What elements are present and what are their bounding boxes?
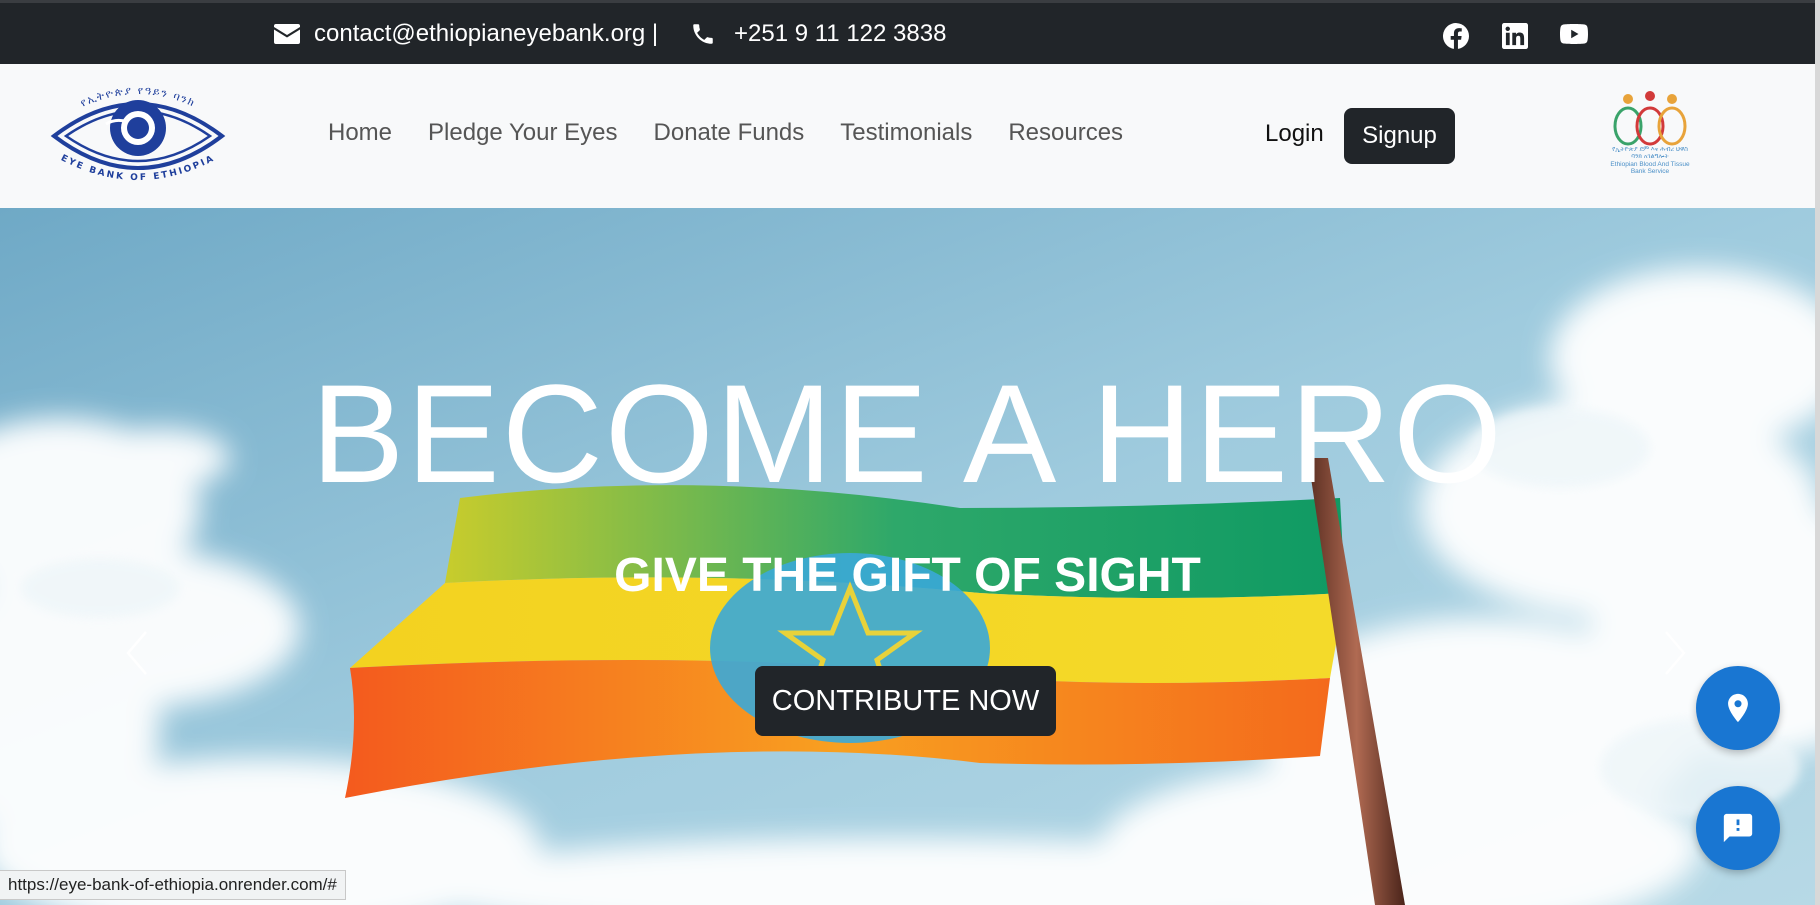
blood-tissue-bank-logo[interactable]: የኢትዮጵያ ደም እና ሕብረ ህዋስ ባንክ አገልግሎት Ethiopia… bbox=[1600, 86, 1700, 186]
phone-icon bbox=[693, 24, 713, 44]
hero-carousel: BECOME A HERO GIVE THE GIFT OF SIGHT CON… bbox=[0, 208, 1815, 905]
login-link[interactable]: Login bbox=[1265, 120, 1324, 148]
hero-subheadline: GIVE THE GIFT OF SIGHT bbox=[614, 549, 1201, 602]
contact-phone-link[interactable]: +251 9 11 122 3838 bbox=[690, 20, 946, 48]
contact-phone: +251 9 11 122 3838 bbox=[734, 20, 947, 47]
contact-bar: contact@ethiopianeyebank.org | +251 9 11… bbox=[0, 0, 1815, 64]
browser-status-url: https://eye-bank-of-ethiopia.onrender.co… bbox=[0, 870, 346, 900]
youtube-icon bbox=[1560, 24, 1588, 44]
feedback-icon bbox=[1723, 813, 1753, 843]
youtube-link[interactable] bbox=[1560, 23, 1590, 49]
contact-email: contact@ethiopianeyebank.org | bbox=[314, 20, 659, 47]
page-scrollbar[interactable] bbox=[1815, 0, 1820, 905]
nav-donate-funds[interactable]: Donate Funds bbox=[654, 119, 805, 147]
facebook-link[interactable] bbox=[1443, 23, 1469, 49]
logo-right-english-2: Bank Service bbox=[1630, 168, 1670, 175]
logo-right-amharic-2: ባንክ አገልግሎት bbox=[1631, 153, 1669, 160]
contact-email-link[interactable]: contact@ethiopianeyebank.org | bbox=[274, 20, 658, 48]
nav-testimonials[interactable]: Testimonials bbox=[840, 119, 972, 147]
people-logo-icon bbox=[1613, 91, 1687, 146]
eye-bank-logo[interactable]: የኢትዮጵያ የዓይን ባንክ EYE BANK OF ETHIOPIA bbox=[46, 78, 230, 196]
envelope-icon bbox=[274, 24, 300, 44]
map-pin-icon bbox=[1728, 693, 1748, 723]
linkedin-icon bbox=[1502, 23, 1528, 49]
carousel-next-button[interactable] bbox=[1660, 628, 1690, 678]
logo-right-amharic-1: የኢትዮጵያ ደም እና ሕብረ ህዋስ bbox=[1612, 146, 1688, 153]
facebook-icon bbox=[1443, 23, 1469, 49]
linkedin-link[interactable] bbox=[1502, 23, 1528, 49]
logo-right-english-1: Ethiopian Blood And Tissue bbox=[1610, 161, 1690, 168]
location-fab[interactable] bbox=[1696, 666, 1780, 750]
chevron-right-icon bbox=[1665, 631, 1686, 675]
carousel-prev-button[interactable] bbox=[122, 628, 152, 678]
nav-home[interactable]: Home bbox=[328, 119, 392, 147]
nav-pledge-your-eyes[interactable]: Pledge Your Eyes bbox=[428, 119, 617, 147]
primary-nav: Home Pledge Your Eyes Donate Funds Testi… bbox=[328, 119, 1159, 147]
contribute-now-button[interactable]: CONTRIBUTE NOW bbox=[755, 666, 1056, 736]
signup-button[interactable]: Signup bbox=[1344, 108, 1455, 164]
browser-viewport: contact@ethiopianeyebank.org | +251 9 11… bbox=[0, 0, 1815, 905]
eye-logo-icon: የኢትዮጵያ የዓይን ባንክ EYE BANK OF ETHIOPIA bbox=[50, 84, 226, 183]
main-navbar: የኢትዮጵያ የዓይን ባንክ EYE BANK OF ETHIOPIA Hom… bbox=[0, 64, 1815, 208]
chevron-left-icon bbox=[126, 631, 147, 675]
feedback-fab[interactable] bbox=[1696, 786, 1780, 870]
nav-resources[interactable]: Resources bbox=[1008, 119, 1123, 147]
hero-headline: BECOME A HERO bbox=[311, 355, 1504, 512]
